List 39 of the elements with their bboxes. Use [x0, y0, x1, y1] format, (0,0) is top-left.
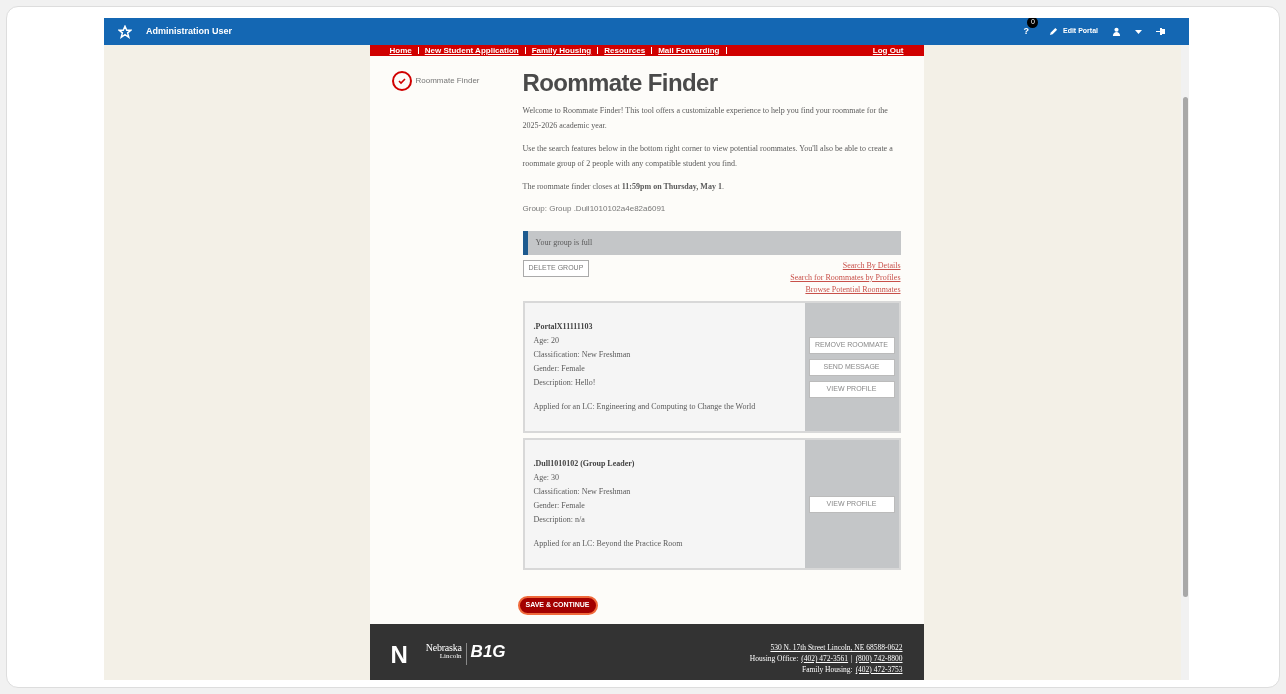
roommate-detail: Description: Hello!: [533, 377, 597, 389]
user-name: Administration User: [146, 24, 232, 38]
pencil-icon: [1049, 27, 1058, 36]
scrollbar[interactable]: [1181, 45, 1189, 680]
roommate-name: .PortalX11111103: [533, 321, 594, 333]
notice-banner: Your group is full: [522, 231, 901, 255]
intro-paragraph: Welcome to Roommate Finder! This tool offers a customizable experience to help you find your roommate for the 2025-2026 academic year.: [522, 105, 889, 132]
roommate-name: .Dull1010102 (Group Leader): [533, 458, 636, 470]
nebraska-logo-text: Nebraska: [425, 643, 462, 653]
roommate-detail: Description: n/a: [533, 514, 586, 526]
caret-icon[interactable]: [1135, 29, 1142, 34]
nav-link[interactable]: Home: [389, 46, 412, 55]
roommate-detail: Gender: Female: [533, 500, 586, 512]
big-ten-logo: B1G: [470, 643, 506, 660]
group-name: Group: Group .Dull1010102a4e82a6091: [522, 203, 667, 215]
nav-link[interactable]: Mail Forwarding: [658, 46, 720, 55]
logout-link[interactable]: Log Out: [872, 46, 904, 55]
user-icon[interactable]: [1112, 27, 1121, 36]
intro-paragraph: The roommate finder closes at 11:59pm on Thursday, May 1.: [522, 181, 725, 193]
roommate-detail: Age: 30: [533, 472, 561, 484]
nav-link[interactable]: Family Housing: [531, 46, 592, 55]
n-logo: N: [390, 643, 408, 667]
search-link[interactable]: Browse Potential Roommates: [805, 284, 901, 296]
search-link[interactable]: Search for Roommates by Profiles: [790, 272, 901, 284]
pin-icon[interactable]: [1156, 28, 1165, 35]
learning-community: Applied for an LC: Engineering and Computing to Change the World: [533, 401, 757, 413]
search-link[interactable]: Search By Details: [842, 260, 901, 272]
intro-paragraph: Use the search features below in the bottom right corner to view potential roommates. You'll also be able to create a roommate group of 2 people with any compatible student you find.: [522, 143, 894, 170]
page-title: Roommate Finder: [522, 71, 719, 95]
sidebar-item[interactable]: Roommate Finder: [415, 75, 480, 87]
star-icon[interactable]: [118, 24, 132, 39]
nav-link[interactable]: Resources: [604, 46, 646, 55]
roommate-detail: Classification: New Freshman: [533, 349, 632, 361]
nav-link[interactable]: New Student Application: [424, 46, 519, 55]
roommate-detail: Age: 20: [533, 335, 561, 347]
help-link[interactable]: ?: [1023, 24, 1029, 39]
roommate-detail: Classification: New Freshman: [533, 486, 632, 498]
roommate-detail: Gender: Female: [533, 363, 586, 375]
learning-community: Applied for an LC: Beyond the Practice Room: [533, 538, 684, 550]
